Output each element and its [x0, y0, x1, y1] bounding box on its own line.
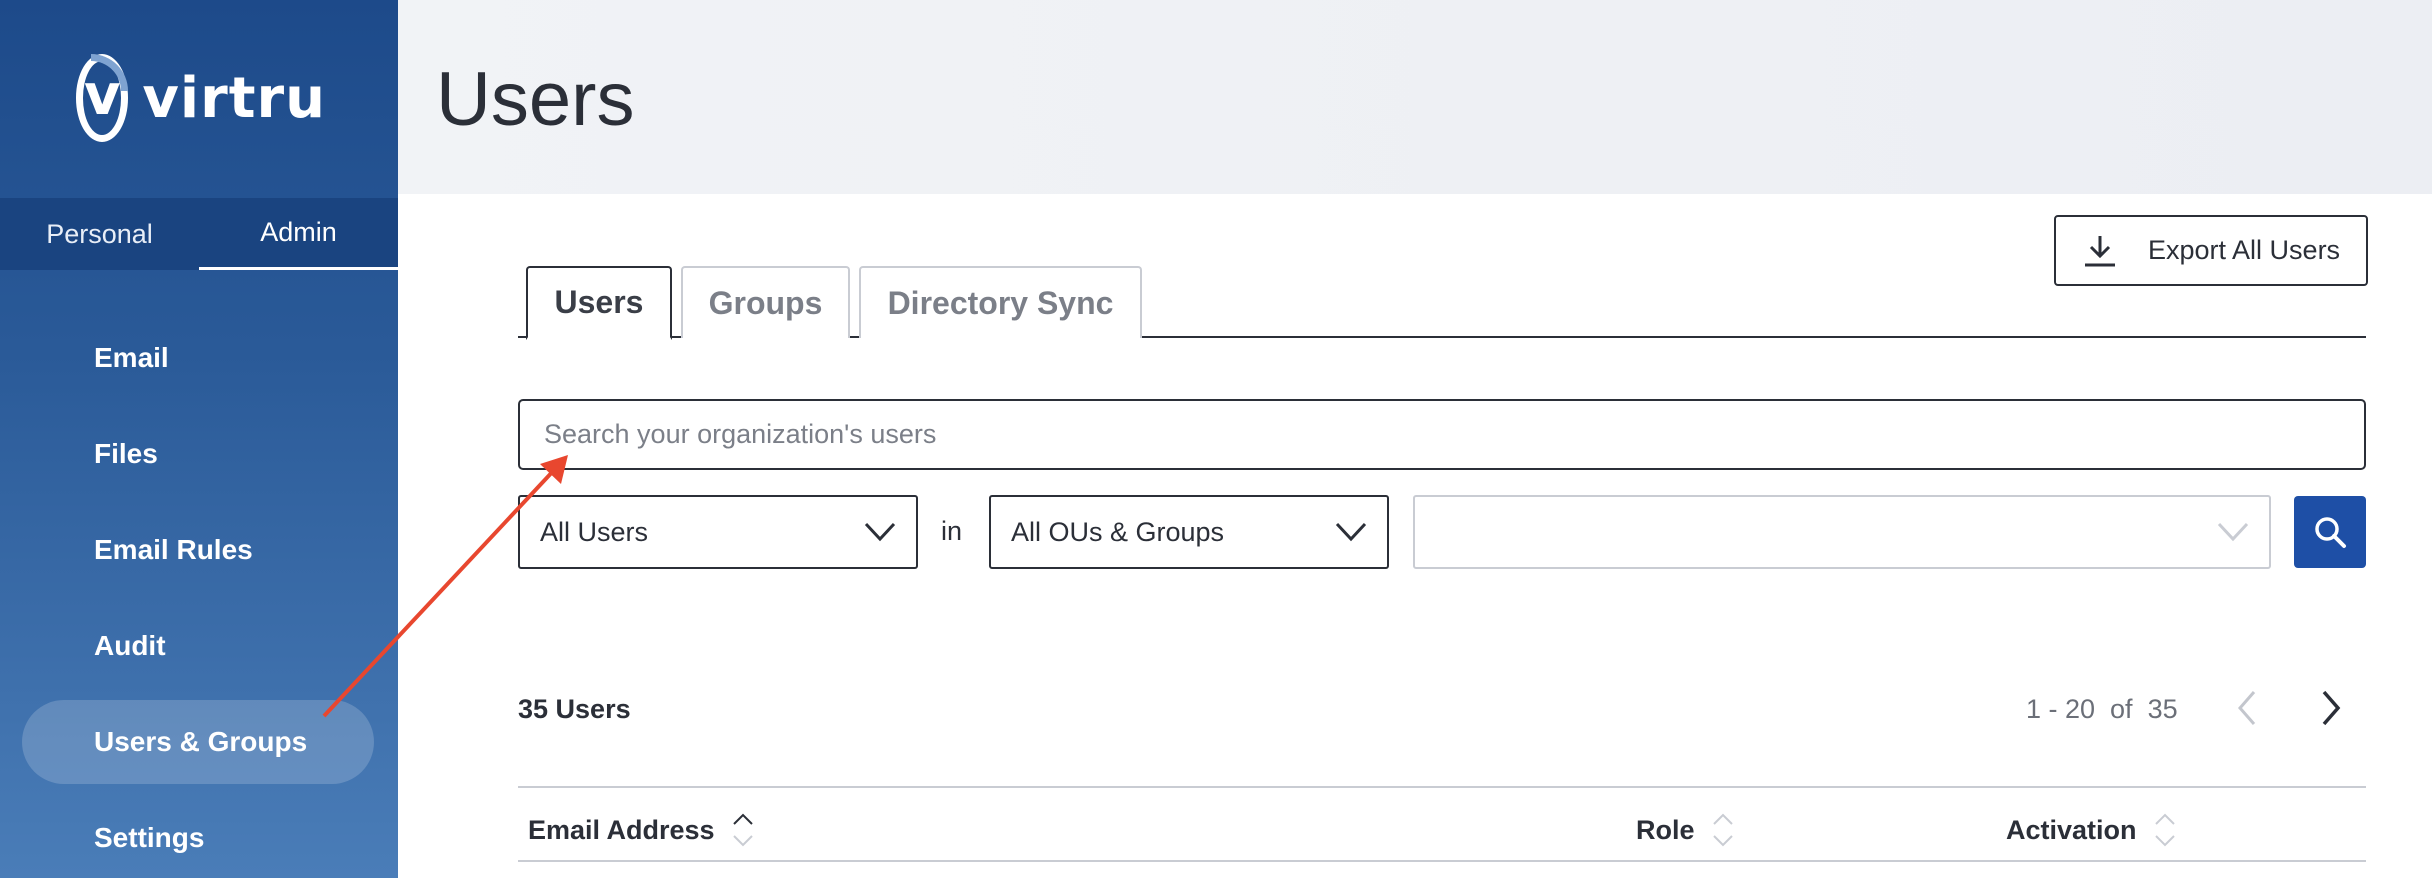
- search-input[interactable]: [518, 399, 2366, 470]
- logo-mark-letter: v: [83, 63, 121, 128]
- logo-wordmark: virtru: [142, 65, 326, 131]
- download-icon: [2085, 235, 2115, 266]
- chevron-right-icon[interactable]: [2314, 686, 2348, 730]
- chevron-left-icon[interactable]: [2230, 686, 2264, 730]
- virtru-logo[interactable]: v virtru: [76, 52, 326, 144]
- group-select[interactable]: [1413, 495, 2271, 569]
- sort-icon: [1712, 813, 1733, 847]
- mode-tab-admin[interactable]: Admin: [199, 198, 398, 270]
- user-count: 35 Users: [518, 694, 631, 724]
- sidebar-item-files[interactable]: Files: [22, 412, 374, 496]
- sidebar-item-email-rules[interactable]: Email Rules: [22, 508, 374, 592]
- tab-users[interactable]: Users: [526, 266, 672, 340]
- pagination-range: 1 - 20 of 35: [2026, 694, 2178, 724]
- tab-directory-sync[interactable]: Directory Sync: [859, 266, 1142, 338]
- chevron-down-icon: [864, 522, 896, 542]
- logo-mark-icon: v: [76, 54, 129, 142]
- tab-groups[interactable]: Groups: [681, 266, 850, 338]
- scope-filter-select[interactable]: All OUs & Groups: [989, 495, 1389, 569]
- page-title: Users: [436, 57, 635, 142]
- column-label: Activation: [2006, 814, 2137, 845]
- user-filter-value: All Users: [540, 516, 649, 547]
- column-email-address[interactable]: Email Address: [528, 810, 755, 850]
- sidebar-item-settings[interactable]: Settings: [22, 796, 374, 878]
- users-table-header: Email Address Role Activation: [518, 786, 2366, 862]
- column-role[interactable]: Role: [1636, 810, 1735, 850]
- mode-tab-personal[interactable]: Personal: [0, 198, 199, 270]
- sidebar-nav: Email Files Email Rules Audit Users & Gr…: [22, 316, 374, 878]
- column-label: Role: [1636, 814, 1695, 845]
- sidebar-item-email[interactable]: Email: [22, 316, 374, 400]
- search-icon: [2315, 517, 2346, 548]
- sidebar-item-audit[interactable]: Audit: [22, 604, 374, 688]
- mode-switcher: Personal Admin: [0, 198, 398, 270]
- sort-icon: [2154, 813, 2175, 847]
- sidebar-item-users-groups[interactable]: Users & Groups: [22, 700, 374, 784]
- chevron-down-icon: [1335, 522, 1367, 542]
- sort-icon: [732, 813, 753, 847]
- column-activation[interactable]: Activation: [2006, 810, 2177, 850]
- page-header: Users: [398, 0, 2432, 194]
- scope-filter-value: All OUs & Groups: [1011, 516, 1225, 547]
- user-filter-select[interactable]: All Users: [518, 495, 918, 569]
- content-tabs: Users Groups Directory Sync: [518, 266, 2366, 340]
- search-button[interactable]: [2294, 496, 2366, 568]
- column-label: Email Address: [528, 814, 715, 845]
- chevron-down-icon: [2217, 522, 2249, 542]
- in-label: in: [941, 516, 963, 546]
- sidebar: v virtru Personal Admin Email Files Emai…: [0, 0, 398, 878]
- export-button-label: Export All Users: [2148, 235, 2341, 265]
